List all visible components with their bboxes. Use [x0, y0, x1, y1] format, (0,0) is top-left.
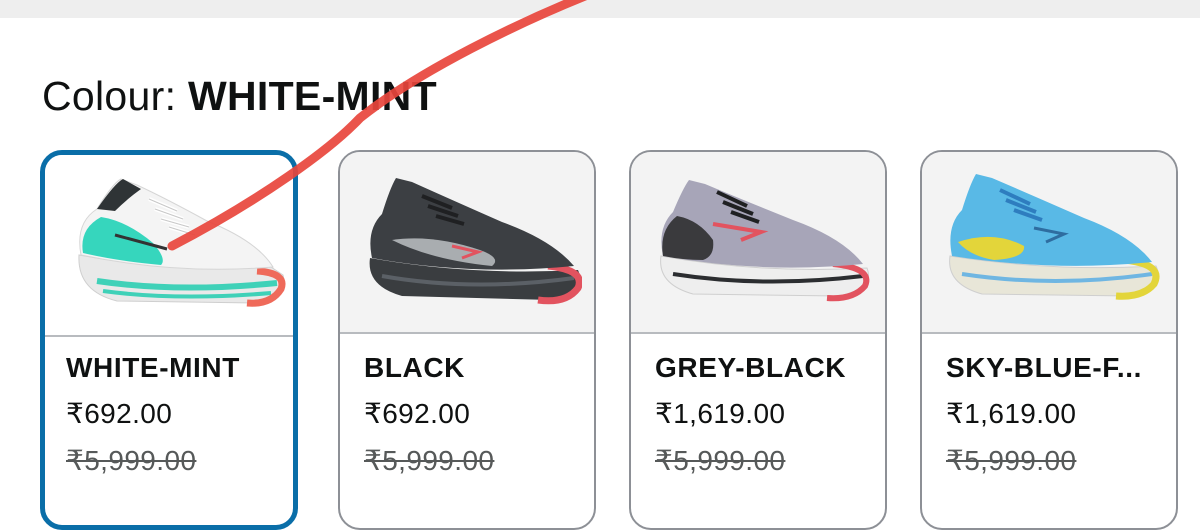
grey-black-shoe-image [660, 180, 870, 302]
swatch-name: GREY-BLACK [655, 352, 847, 383]
swatch-card-black[interactable]: BLACK ₹692.00 ₹5,999.00 [338, 150, 596, 530]
swatch-image [45, 155, 293, 337]
swatch-name: BLACK [364, 352, 465, 383]
swatch-name: WHITE-MINT [66, 352, 240, 383]
swatch-image [631, 152, 885, 334]
swatch-mrp-strikethrough: ₹5,999.00 [946, 445, 1077, 476]
swatch-mrp-strikethrough: ₹5,999.00 [66, 445, 197, 476]
swatch-price: ₹1,619.00 [946, 398, 1077, 429]
swatch-name: SKY-BLUE-F... [946, 352, 1143, 383]
swatch-price: ₹692.00 [66, 398, 173, 429]
swatch-mrp-strikethrough: ₹5,999.00 [655, 445, 786, 476]
black-shoe-image [369, 178, 582, 305]
swatch-card-sky-blue[interactable]: SKY-BLUE-F... ₹1,619.00 ₹5,999.00 [920, 150, 1178, 530]
swatch-card-grey-black[interactable]: GREY-BLACK ₹1,619.00 ₹5,999.00 [629, 150, 887, 530]
swatch-mrp-strikethrough: ₹5,999.00 [364, 445, 495, 476]
colour-swatch-list: WHITE-MINT ₹692.00 ₹5,999.00 BLACK ₹692.… [0, 0, 1200, 530]
swatch-card-white-mint[interactable]: WHITE-MINT ₹692.00 ₹5,999.00 [40, 150, 298, 530]
sky-blue-shoe-image [949, 174, 1160, 300]
swatch-image [922, 152, 1176, 334]
swatch-image [340, 152, 594, 334]
swatch-price: ₹1,619.00 [655, 398, 786, 429]
white-mint-shoe-image [78, 178, 286, 307]
swatch-price: ₹692.00 [364, 398, 471, 429]
